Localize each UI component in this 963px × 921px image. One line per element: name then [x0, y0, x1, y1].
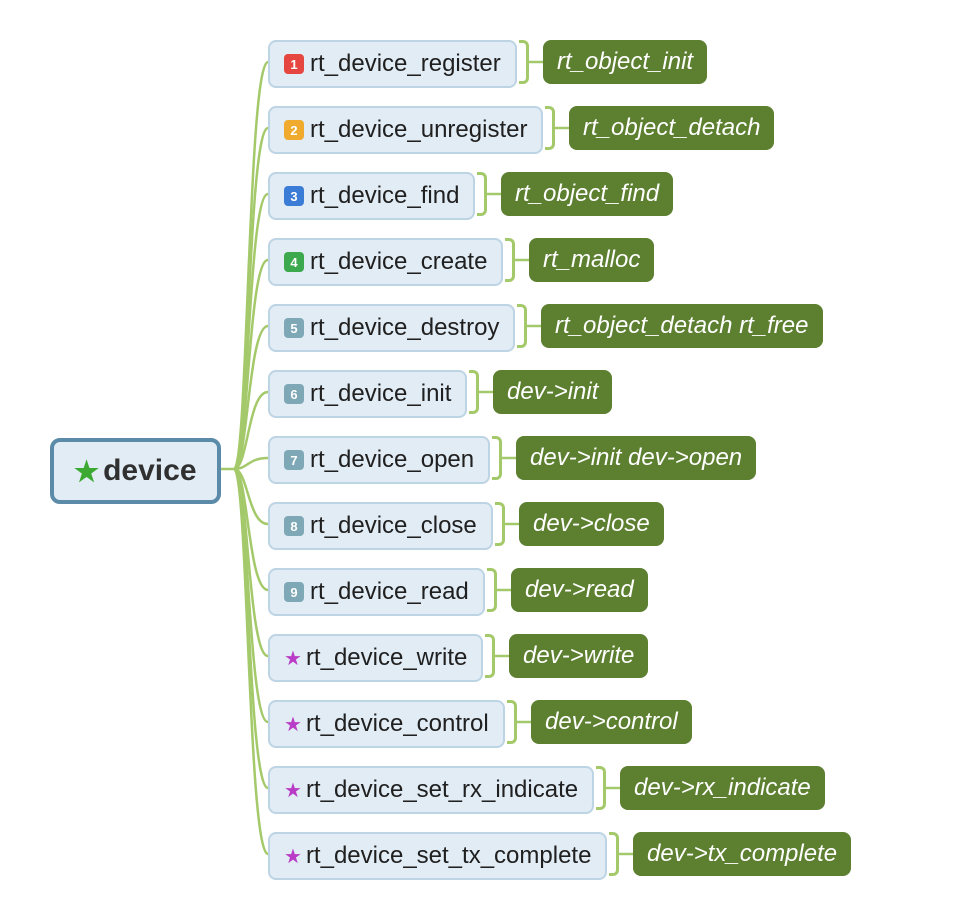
detail-node[interactable]: rt_object_init	[543, 40, 707, 84]
child-label: rt_device_control	[306, 710, 489, 738]
bracket-connector	[505, 238, 515, 282]
child-node[interactable]: 6 rt_device_init	[268, 370, 467, 418]
bracket-connector	[485, 634, 495, 678]
detail-node[interactable]: dev->write	[509, 634, 648, 678]
bracket-connector	[487, 568, 497, 612]
root-node[interactable]: ★ device	[50, 438, 221, 504]
bracket-connector	[596, 766, 606, 810]
child-node[interactable]: 4 rt_device_create	[268, 238, 503, 286]
detail-node[interactable]: rt_object_detach	[569, 106, 774, 150]
child-node[interactable]: 2 rt_device_unregister	[268, 106, 543, 154]
bracket-connector	[519, 40, 529, 84]
child-node[interactable]: ★rt_device_control	[268, 700, 505, 748]
bracket-connector	[517, 304, 527, 348]
child-node[interactable]: 1 rt_device_register	[268, 40, 517, 88]
child-node[interactable]: 9 rt_device_read	[268, 568, 485, 616]
child-node[interactable]: ★rt_device_write	[268, 634, 483, 682]
child-label: rt_device_create	[310, 248, 487, 276]
priority-badge: 3	[284, 186, 304, 206]
child-label: rt_device_open	[310, 446, 474, 474]
bracket-connector	[477, 172, 487, 216]
detail-node[interactable]: dev->init dev->open	[516, 436, 756, 480]
child-node[interactable]: ★rt_device_set_rx_indicate	[268, 766, 594, 814]
bracket-connector	[545, 106, 555, 150]
detail-node[interactable]: rt_malloc	[529, 238, 654, 282]
child-label: rt_device_close	[310, 512, 477, 540]
root-label: device	[103, 454, 196, 488]
detail-node[interactable]: dev->init	[493, 370, 612, 414]
child-label: rt_device_write	[306, 644, 467, 672]
detail-node[interactable]: rt_object_detach rt_free	[541, 304, 823, 348]
star-icon: ★	[284, 778, 302, 803]
priority-badge: 1	[284, 54, 304, 74]
child-node[interactable]: 7 rt_device_open	[268, 436, 490, 484]
bracket-connector	[492, 436, 502, 480]
detail-node[interactable]: dev->close	[519, 502, 664, 546]
star-icon: ★	[74, 455, 99, 488]
bracket-connector	[609, 832, 619, 876]
priority-badge: 9	[284, 582, 304, 602]
detail-node[interactable]: dev->rx_indicate	[620, 766, 825, 810]
child-node[interactable]: 3 rt_device_find	[268, 172, 475, 220]
child-label: rt_device_read	[310, 578, 469, 606]
child-node[interactable]: 5 rt_device_destroy	[268, 304, 515, 352]
bracket-connector	[469, 370, 479, 414]
star-icon: ★	[284, 646, 302, 671]
child-label: rt_device_unregister	[310, 116, 527, 144]
detail-node[interactable]: rt_object_find	[501, 172, 673, 216]
mindmap-canvas: ★ device 1 rt_device_register rt_object_in…	[20, 20, 943, 881]
child-label: rt_device_init	[310, 380, 451, 408]
detail-node[interactable]: dev->control	[531, 700, 692, 744]
priority-badge: 8	[284, 516, 304, 536]
child-node[interactable]: 8 rt_device_close	[268, 502, 493, 550]
child-label: rt_device_find	[310, 182, 459, 210]
bracket-connector	[507, 700, 517, 744]
child-label: rt_device_register	[310, 50, 501, 78]
child-label: rt_device_set_rx_indicate	[306, 776, 578, 804]
priority-badge: 5	[284, 318, 304, 338]
bracket-connector	[495, 502, 505, 546]
priority-badge: 7	[284, 450, 304, 470]
detail-node[interactable]: dev->tx_complete	[633, 832, 851, 876]
priority-badge: 4	[284, 252, 304, 272]
child-label: rt_device_set_tx_complete	[306, 842, 592, 870]
child-node[interactable]: ★rt_device_set_tx_complete	[268, 832, 607, 880]
detail-node[interactable]: dev->read	[511, 568, 648, 612]
priority-badge: 2	[284, 120, 304, 140]
priority-badge: 6	[284, 384, 304, 404]
star-icon: ★	[284, 712, 302, 737]
star-icon: ★	[284, 844, 302, 869]
child-label: rt_device_destroy	[310, 314, 499, 342]
